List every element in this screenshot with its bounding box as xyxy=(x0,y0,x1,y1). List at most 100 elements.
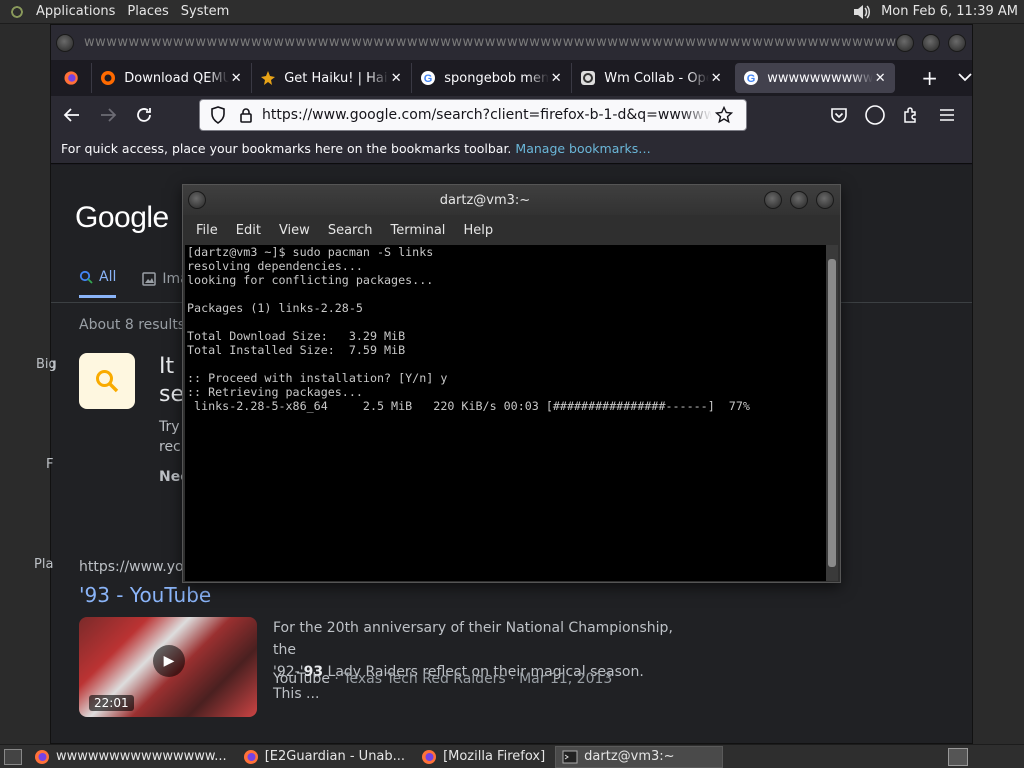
tab-close-icon[interactable]: ✕ xyxy=(389,71,403,86)
tab-label: Download QEMU xyxy=(124,70,230,86)
bookmark-star-icon[interactable] xyxy=(712,103,736,127)
menu-help[interactable]: Help xyxy=(454,223,502,238)
tab-all[interactable]: All xyxy=(79,269,117,298)
menu-edit[interactable]: Edit xyxy=(227,223,270,238)
taskbar-item-firefox-search[interactable]: wwwwwwwwwwwwwww... xyxy=(28,746,233,768)
bookmarks-toolbar: For quick access, place your bookmarks h… xyxy=(51,134,972,164)
back-arrow-icon[interactable] xyxy=(57,100,87,130)
firefox-icon xyxy=(422,749,437,764)
firefox-window-title: wwwwwwwwwwwwwwwwwwwwwwwwwwwwwwwwwwwwwwww… xyxy=(84,35,896,50)
desktop-text-f: F xyxy=(46,457,54,472)
menu-terminal[interactable]: Terminal xyxy=(381,223,454,238)
tab-close-icon[interactable]: ✕ xyxy=(549,71,563,86)
terminal-icon xyxy=(562,750,578,763)
taskbar-item-mozilla-firefox[interactable]: [Mozilla Firefox] xyxy=(415,746,551,768)
terminal-minimize-button[interactable] xyxy=(764,191,782,209)
maximize-button[interactable] xyxy=(922,33,940,52)
applications-menu[interactable]: Applications xyxy=(32,4,123,19)
show-desktop-icon[interactable] xyxy=(4,748,22,765)
panel-clock[interactable]: Mon Feb 6, 11:39 AM xyxy=(881,4,1024,19)
url-bar[interactable]: https://www.google.com/search?client=fir… xyxy=(199,99,747,131)
snippet-line-1: For the 20th anniversary of their Nation… xyxy=(273,620,673,658)
terminal-window-menu-button[interactable] xyxy=(188,191,206,209)
tab-label: Wm Collab - Ope xyxy=(604,70,710,86)
terminal-title: dartz@vm3:~ xyxy=(439,192,531,208)
video-thumbnail[interactable]: ▶ 22:01 xyxy=(79,617,257,717)
google-icon: G xyxy=(743,70,759,86)
google-logo[interactable]: Google xyxy=(75,201,169,235)
terminal-scrollbar[interactable] xyxy=(826,245,838,581)
taskbar-item-e2guardian[interactable]: [E2Guardian - Unab... xyxy=(237,746,411,768)
taskbar-label: [Mozilla Firefox] xyxy=(443,749,546,764)
minimize-button[interactable] xyxy=(896,33,914,52)
tab-label: Get Haiku! | Haiku xyxy=(284,70,389,86)
result-title-link[interactable]: '93 - YouTube xyxy=(79,583,211,607)
tab-label: spongebob meme xyxy=(444,70,550,86)
places-menu[interactable]: Places xyxy=(123,4,176,19)
taskbar-label: dartz@vm3:~ xyxy=(584,749,675,764)
lock-icon[interactable] xyxy=(234,103,258,127)
close-window-button[interactable] xyxy=(948,33,966,52)
search-tip-icon xyxy=(79,353,135,409)
firefox-view-icon[interactable] xyxy=(63,67,79,89)
firefox-icon xyxy=(243,749,258,764)
image-icon xyxy=(142,271,157,286)
manage-bookmarks-link[interactable]: Manage bookmarks… xyxy=(515,141,650,156)
extensions-icon[interactable] xyxy=(898,102,924,128)
firefox-icon xyxy=(35,749,49,764)
distro-logo-icon[interactable] xyxy=(8,2,26,21)
terminal-scrollbar-thumb[interactable] xyxy=(828,259,836,567)
tab-all-label: All xyxy=(99,269,117,285)
haiku-icon xyxy=(260,70,276,86)
pocket-icon[interactable] xyxy=(826,102,852,128)
terminal-close-button[interactable] xyxy=(816,191,834,209)
terminal-menubar: File Edit View Search Terminal Help xyxy=(183,215,840,245)
tab-spongebob-meme[interactable]: G spongebob meme ✕ xyxy=(411,63,571,93)
shield-icon[interactable] xyxy=(206,103,230,127)
tab-strip: Download QEMU ✕ Get Haiku! | Haiku ✕ G s… xyxy=(51,60,972,96)
desktop-text-pla: Pla xyxy=(34,557,54,572)
volume-icon[interactable] xyxy=(851,3,873,21)
menu-file[interactable]: File xyxy=(187,223,227,238)
url-text[interactable]: https://www.google.com/search?client=fir… xyxy=(262,107,712,123)
firefox-titlebar[interactable]: wwwwwwwwwwwwwwwwwwwwwwwwwwwwwwwwwwwwwwww… xyxy=(51,25,972,60)
source-rest: · Texas Tech Red Raiders · Mar 11, 2013 xyxy=(329,671,613,687)
hamburger-menu-icon[interactable] xyxy=(934,102,960,128)
tab-close-icon[interactable]: ✕ xyxy=(709,71,723,86)
tab-get-haiku[interactable]: Get Haiku! | Haiku ✕ xyxy=(251,63,411,93)
top-panel: Applications Places System Mon Feb 6, 11… xyxy=(0,0,1024,24)
result-snippet: For the 20th anniversary of their Nation… xyxy=(273,617,673,705)
tab-wm-collab[interactable]: Wm Collab - Ope ✕ xyxy=(571,63,731,93)
window-menu-button[interactable] xyxy=(56,33,74,52)
workspace-switcher-icon[interactable] xyxy=(948,747,968,766)
tab-close-icon[interactable]: ✕ xyxy=(873,71,887,86)
terminal-output: [dartz@vm3 ~]$ sudo pacman -S links reso… xyxy=(187,245,750,413)
list-all-tabs-chevron-down-icon[interactable] xyxy=(958,71,972,85)
desktop-text-big: Big xyxy=(36,357,57,372)
menu-search[interactable]: Search xyxy=(319,223,382,238)
play-icon[interactable]: ▶ xyxy=(153,645,185,677)
result-url[interactable]: https://www.yout xyxy=(79,559,198,575)
qemu-icon xyxy=(100,70,116,86)
svg-text:G: G xyxy=(747,73,756,85)
bottom-taskbar: wwwwwwwwwwwwwww... [E2Guardian - Unab...… xyxy=(0,744,1024,768)
tab-download-qemu[interactable]: Download QEMU ✕ xyxy=(91,63,251,93)
bookmarks-message: For quick access, place your bookmarks h… xyxy=(61,141,512,156)
result-stats: About 8 results ( xyxy=(79,317,196,333)
forward-arrow-icon[interactable] xyxy=(93,100,123,130)
terminal-output-area[interactable]: [dartz@vm3 ~]$ sudo pacman -S links reso… xyxy=(185,245,827,581)
tab-close-icon[interactable]: ✕ xyxy=(229,71,243,86)
menu-view[interactable]: View xyxy=(270,223,319,238)
account-icon[interactable] xyxy=(862,102,888,128)
tab-label: wwwwwwwwwwww xyxy=(767,70,874,86)
reload-icon[interactable] xyxy=(129,100,159,130)
terminal-window: dartz@vm3:~ File Edit View Search Termin… xyxy=(182,184,841,583)
taskbar-item-terminal[interactable]: dartz@vm3:~ xyxy=(555,745,724,768)
system-menu[interactable]: System xyxy=(177,4,237,19)
terminal-titlebar[interactable]: dartz@vm3:~ xyxy=(183,185,840,215)
opera-icon xyxy=(580,70,596,86)
tab-active-search[interactable]: G wwwwwwwwwwww ✕ xyxy=(735,63,896,93)
terminal-maximize-button[interactable] xyxy=(790,191,808,209)
source-site: YouTube xyxy=(273,671,330,687)
new-tab-button[interactable]: + xyxy=(921,66,938,90)
